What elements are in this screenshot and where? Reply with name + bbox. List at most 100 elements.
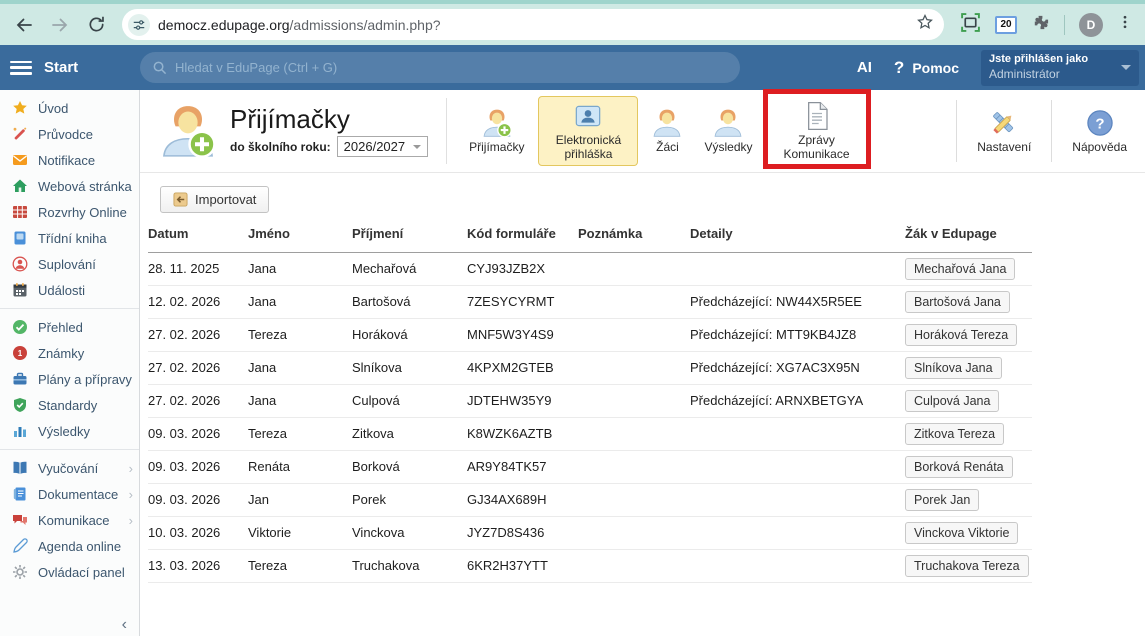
sidebar-collapse-chevron[interactable]: ‹ (122, 616, 127, 634)
tab-zaci[interactable]: Žáci (644, 96, 690, 166)
sidebar-item-suplovani[interactable]: Suplování (0, 251, 139, 277)
column-header-prijmeni: Příjmení (352, 222, 467, 252)
student-button[interactable]: Slníkova Jana (905, 357, 1002, 379)
student-button[interactable]: Bartošová Jana (905, 291, 1010, 313)
sidebar-item-pruvodce[interactable]: Průvodce (0, 121, 139, 147)
cell-form-code: MNF5W3Y4S9 (467, 318, 578, 351)
table-row[interactable]: 12. 02. 2026JanaBartošová7ZESYCYRMTPředc… (148, 285, 1032, 318)
cell-form-code: 4KPXM2GTEB (467, 351, 578, 384)
table-row[interactable]: 27. 02. 2026JanaCulpováJDTEHW35Y9Předchá… (148, 384, 1032, 417)
extension-badge-20[interactable]: 20 (995, 16, 1017, 34)
ai-button[interactable]: AI (857, 59, 872, 76)
import-icon (173, 192, 188, 207)
sidebar-item-standardy[interactable]: Standardy (0, 392, 139, 418)
table-row[interactable]: 28. 11. 2025JanaMechařováCYJ93JZB2XMecha… (148, 252, 1032, 285)
sidebar-item-prehled[interactable]: Přehled (0, 314, 139, 340)
cell-first-name: Viktorie (248, 516, 352, 549)
browser-menu-icon[interactable] (1117, 14, 1133, 35)
cell-last-name: Truchakova (352, 549, 467, 582)
table-row[interactable]: 09. 03. 2026TerezaZitkovaK8WZK6AZTBZitko… (148, 417, 1032, 450)
bookmark-star-icon[interactable] (916, 13, 934, 36)
logged-in-user-dropdown[interactable]: Jste přihlášen jako Administrátor (981, 50, 1139, 86)
sidebar-item-udalosti[interactable]: Události (0, 277, 139, 303)
site-settings-icon[interactable] (128, 14, 150, 36)
column-header-zak-v-edupage: Žák v Edupage (905, 222, 1032, 252)
screenshot-tool-icon[interactable] (960, 12, 981, 38)
url-text: democz.edupage.org/admissions/admin.php? (158, 17, 908, 33)
sidebar-item-plany-a-pripravy[interactable]: Plány a přípravy (0, 366, 139, 392)
sidebar-item-label: Známky (38, 346, 84, 361)
student-button[interactable]: Truchakova Tereza (905, 555, 1029, 577)
sidebar-item-agenda-online[interactable]: Agenda online (0, 533, 139, 559)
sidebar-item-label: Přehled (38, 320, 83, 335)
tab-vysledky[interactable]: Výsledky (696, 96, 760, 166)
sidebar-item-label: Webová stránka (38, 179, 132, 194)
sidebar-item-notifikace[interactable]: Notifikace (0, 147, 139, 173)
tab-zpravy-komunikace[interactable]: Zprávy Komunikace (767, 96, 867, 166)
browser-forward-button[interactable] (44, 9, 76, 41)
sidebar-item-znamky[interactable]: 1Známky (0, 340, 139, 366)
table-row[interactable]: 13. 03. 2026TerezaTruchakova6KR2H37YTTTr… (148, 549, 1032, 582)
search-input[interactable] (175, 60, 728, 75)
cell-first-name: Tereza (248, 549, 352, 582)
student-button[interactable]: Mechařová Jana (905, 258, 1015, 280)
cell-details (690, 483, 905, 516)
hamburger-menu-icon[interactable] (10, 61, 32, 75)
sidebar-item-komunikace[interactable]: Komunikace› (0, 507, 139, 533)
cell-last-name: Borková (352, 450, 467, 483)
help-circle-icon: ? (1085, 108, 1115, 138)
url-bar[interactable]: democz.edupage.org/admissions/admin.php? (122, 9, 944, 40)
student-button[interactable]: Porek Jan (905, 489, 979, 511)
sidebar-item-vyucovani[interactable]: Vyučování› (0, 455, 139, 481)
student-button[interactable]: Horáková Tereza (905, 324, 1017, 346)
action-napoveda[interactable]: ? Nápověda (1064, 96, 1135, 166)
sidebar-item-ovladaci-panel[interactable]: Ovládací panel (0, 559, 139, 585)
pen-icon (12, 538, 28, 554)
cell-last-name: Vinckova (352, 516, 467, 549)
extensions-puzzle-icon[interactable] (1031, 13, 1050, 37)
briefcase-icon (12, 371, 28, 387)
import-button[interactable]: Importovat (160, 186, 269, 213)
column-header-kod-formulare: Kód formuláře (467, 222, 578, 252)
browser-reload-button[interactable] (80, 9, 112, 41)
global-search[interactable] (140, 52, 740, 83)
logged-in-role: Administrátor (989, 67, 1121, 82)
table-row[interactable]: 09. 03. 2026JanPorekGJ34AX689HPorek Jan (148, 483, 1032, 516)
action-nastaveni[interactable]: Nastavení (969, 96, 1039, 166)
column-header-datum: Datum (148, 222, 248, 252)
sidebar-item-tridni-kniha[interactable]: Třídní kniha (0, 225, 139, 251)
table-row[interactable]: 27. 02. 2026JanaSlníkova4KPXM2GTEBPředch… (148, 351, 1032, 384)
cell-student: Zitkova Tereza (905, 417, 1032, 450)
sidebar-item-vysledky[interactable]: Výsledky (0, 418, 139, 444)
student-button[interactable]: Vinckova Viktorie (905, 522, 1018, 544)
cell-note (578, 318, 690, 351)
student-button[interactable]: Culpová Jana (905, 390, 999, 412)
sidebar-item-uvod[interactable]: Úvod (0, 95, 139, 121)
sidebar-item-label: Dokumentace (38, 487, 118, 502)
table-row[interactable]: 09. 03. 2026RenátaBorkováAR9Y84TK57Borko… (148, 450, 1032, 483)
cell-form-code: JYZ7D8S436 (467, 516, 578, 549)
sidebar-item-dokumentace[interactable]: Dokumentace › (0, 481, 139, 507)
cell-first-name: Jana (248, 285, 352, 318)
action-label: Nápověda (1072, 141, 1127, 155)
table-row[interactable]: 10. 03. 2026ViktorieVinckovaJYZ7D8S436Vi… (148, 516, 1032, 549)
book-icon (12, 230, 28, 246)
help-button[interactable]: ? Pomoc (894, 58, 959, 78)
student-button[interactable]: Zitkova Tereza (905, 423, 1004, 445)
sidebar-item-webova-stranka[interactable]: Webová stránka (0, 173, 139, 199)
tab-elektronicka-prihlaska[interactable]: Elektronická přihláška (538, 96, 638, 166)
profile-avatar[interactable]: D (1079, 13, 1103, 37)
chevron-right-icon: › (129, 487, 133, 502)
sidebar-item-label: Suplování (38, 257, 96, 272)
tab-prijimacky[interactable]: Přijímačky (461, 96, 532, 166)
browser-back-button[interactable] (8, 9, 40, 41)
gear-icon (12, 564, 28, 580)
admissions-table: DatumJménoPříjmeníKód formulářePoznámkaD… (148, 222, 1032, 583)
sidebar-item-rozvrhy-online[interactable]: Rozvrhy Online (0, 199, 139, 225)
actions-divider (956, 100, 957, 162)
tab-label: Žáci (656, 141, 679, 155)
student-button[interactable]: Borková Renáta (905, 456, 1013, 478)
school-year-select[interactable]: 2026/2027 (337, 136, 428, 157)
start-menu-label[interactable]: Start (44, 59, 78, 76)
table-row[interactable]: 27. 02. 2026TerezaHorákováMNF5W3Y4S9Před… (148, 318, 1032, 351)
